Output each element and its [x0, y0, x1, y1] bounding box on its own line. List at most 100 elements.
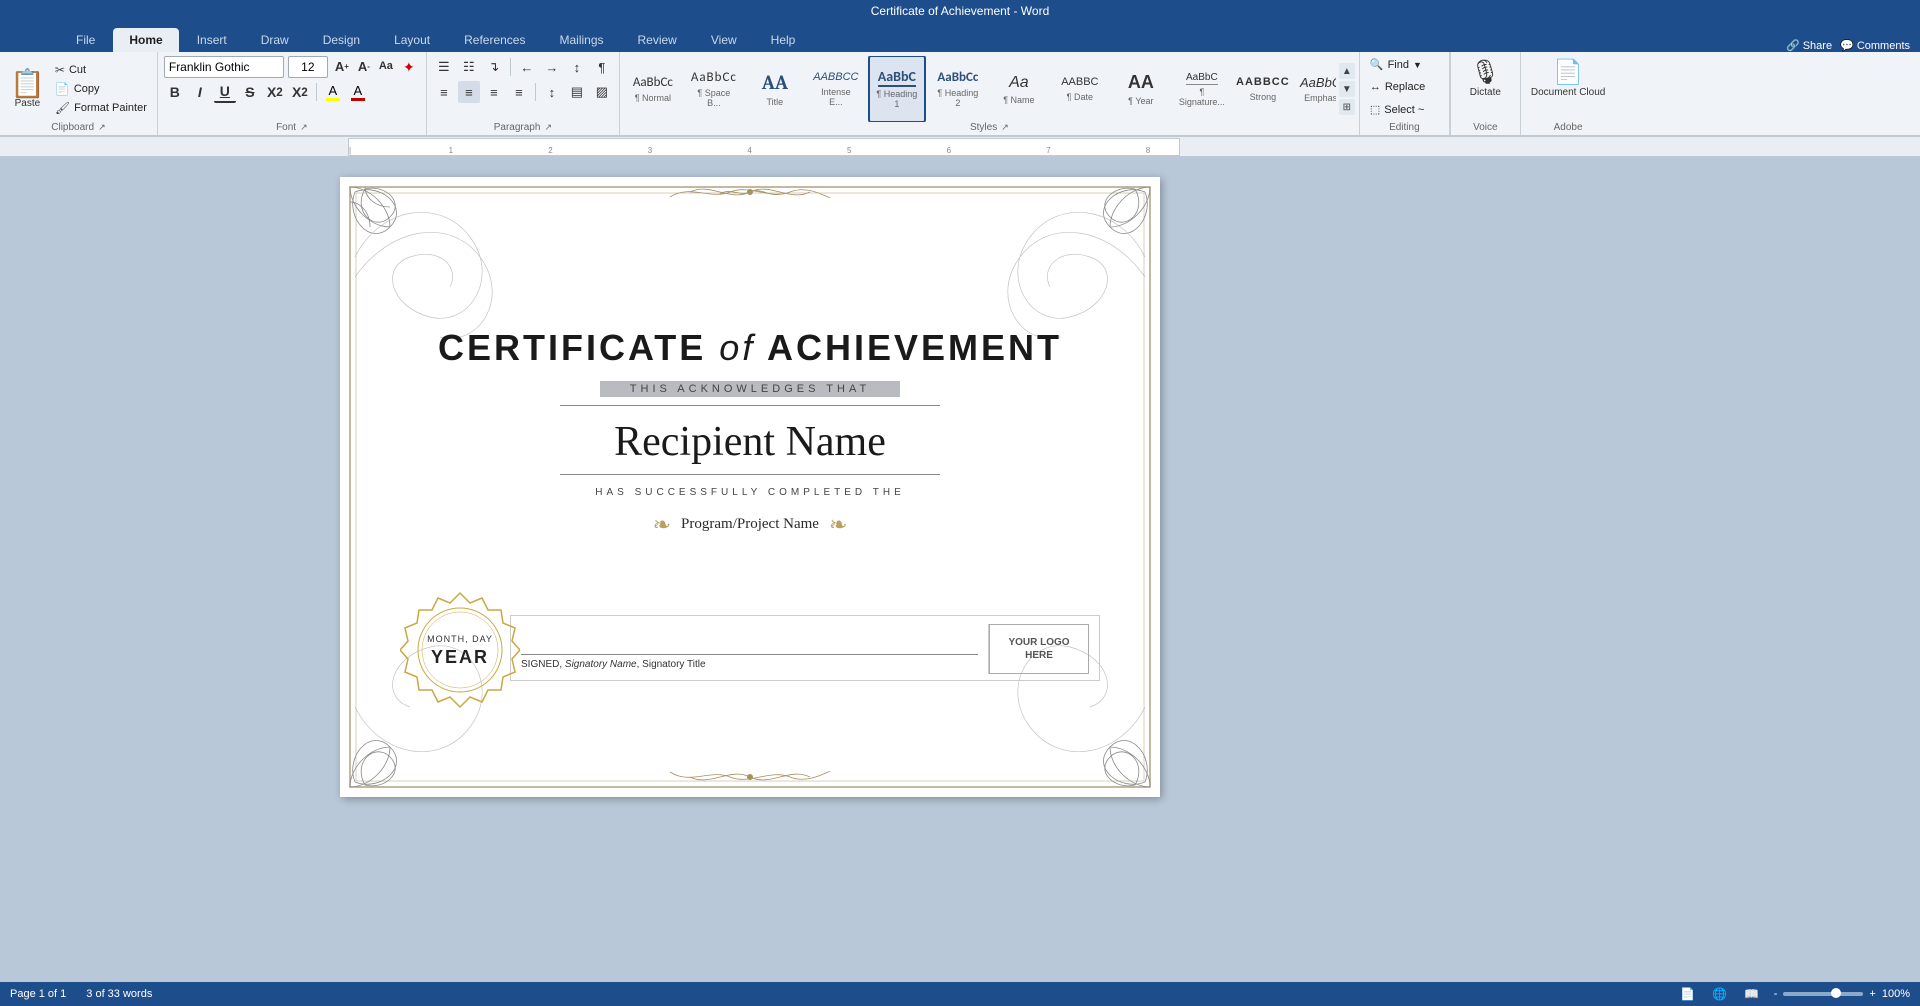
- font-expand-icon[interactable]: ↗: [300, 122, 308, 133]
- document-page[interactable]: CERTIFICATE of ACHIEVEMENT THIS ACKNOWLE…: [340, 177, 1160, 797]
- style-title[interactable]: AA Title: [746, 56, 804, 122]
- paste-button[interactable]: 📋 Paste: [6, 68, 49, 111]
- italic-button[interactable]: I: [189, 81, 211, 103]
- decrease-font-button[interactable]: A-: [354, 56, 374, 76]
- tab-design[interactable]: Design: [307, 28, 376, 52]
- cert-completed-text: HAS SUCCESSFULLY COMPLETED THE: [595, 487, 905, 498]
- logo-box[interactable]: YOUR LOGOHERE: [989, 624, 1089, 674]
- signatory-name[interactable]: Signatory Name: [565, 659, 637, 670]
- style-date[interactable]: AABBC ¶ Date: [1051, 56, 1109, 122]
- tab-view[interactable]: View: [695, 28, 753, 52]
- format-painter-button[interactable]: 🖌 Format Painter: [51, 99, 151, 117]
- style-title-name: Title: [767, 97, 784, 107]
- borders-button[interactable]: ▨: [591, 81, 613, 103]
- bold-button[interactable]: B: [164, 81, 186, 103]
- decrease-indent-button[interactable]: ←: [516, 56, 538, 78]
- style-heading2-name: ¶ Heading 2: [936, 88, 980, 108]
- zoom-slider[interactable]: [1783, 992, 1863, 996]
- font-name-input[interactable]: [164, 56, 284, 78]
- dictate-button[interactable]: 🎙 Dictate: [1468, 56, 1503, 100]
- align-right-button[interactable]: ≡: [483, 81, 505, 103]
- style-heading1[interactable]: AaBbC ¶ Heading 1: [868, 56, 926, 122]
- tab-layout[interactable]: Layout: [378, 28, 446, 52]
- copy-button[interactable]: 📄 Copy: [51, 80, 151, 98]
- ruler-inner[interactable]: | 1 2 3 4 5 6 7 8: [348, 138, 1180, 156]
- clipboard-label: Clipboard: [51, 122, 94, 133]
- show-formatting-button[interactable]: ¶: [591, 56, 613, 78]
- share-button[interactable]: 🔗 Share: [1786, 39, 1832, 52]
- replace-button[interactable]: ↔ Replace: [1366, 79, 1429, 95]
- zoom-thumb[interactable]: [1831, 988, 1841, 998]
- cert-program-name[interactable]: Program/Project Name: [681, 516, 819, 533]
- tab-mailings[interactable]: Mailings: [543, 28, 619, 52]
- font-color-button[interactable]: A: [347, 81, 369, 103]
- styles-scroll-up[interactable]: ▲: [1339, 63, 1355, 79]
- cut-button[interactable]: ✂ Cut: [51, 61, 151, 79]
- cert-sig-area[interactable]: SIGNED, Signatory Name, Signatory Title: [521, 624, 988, 674]
- increase-indent-button[interactable]: →: [541, 56, 563, 78]
- style-emphasis[interactable]: AaBbCc Emphasis: [1295, 56, 1336, 122]
- strikethrough-button[interactable]: S: [239, 81, 261, 103]
- tab-draw[interactable]: Draw: [245, 28, 305, 52]
- tab-insert[interactable]: Insert: [181, 28, 243, 52]
- comments-button[interactable]: 💬 Comments: [1840, 39, 1910, 52]
- superscript-button[interactable]: X2: [289, 81, 311, 103]
- document-cloud-button[interactable]: 📄 Document Cloud: [1529, 56, 1607, 101]
- subscript-button[interactable]: X2: [264, 81, 286, 103]
- style-spaced[interactable]: AaBbCc ¶ Space B...: [685, 56, 743, 122]
- find-button[interactable]: 🔍 Find ▼: [1366, 56, 1426, 73]
- tab-references[interactable]: References: [448, 28, 541, 52]
- cert-recipient-name[interactable]: Recipient Name: [614, 418, 886, 466]
- justify-button[interactable]: ≡: [508, 81, 530, 103]
- clipboard-expand-icon[interactable]: ↗: [98, 122, 106, 133]
- sort-button[interactable]: ↕: [566, 56, 588, 78]
- tab-review[interactable]: Review: [622, 28, 693, 52]
- align-center-button[interactable]: ≡: [458, 81, 480, 103]
- tab-home[interactable]: Home: [113, 28, 178, 52]
- tab-help[interactable]: Help: [755, 28, 812, 52]
- style-name-item[interactable]: Aa ¶ Name: [990, 56, 1048, 122]
- font-size-input[interactable]: [288, 56, 328, 78]
- print-layout-btn[interactable]: 📄: [1678, 986, 1698, 1002]
- multilevel-button[interactable]: ↴: [483, 56, 505, 78]
- style-normal[interactable]: AaBbCc ¶ Normal: [624, 56, 682, 122]
- find-dropdown-icon[interactable]: ▼: [1413, 60, 1422, 70]
- line-spacing-button[interactable]: ↕: [541, 81, 563, 103]
- text-highlight-button[interactable]: A: [322, 81, 344, 103]
- zoom-in-icon[interactable]: +: [1869, 988, 1875, 1000]
- cert-seal: MONTH, DAY YEAR: [400, 588, 520, 708]
- adobe-icon: 📄: [1553, 58, 1583, 87]
- para-expand-icon[interactable]: ↗: [544, 122, 552, 133]
- read-mode-btn[interactable]: 📖: [1742, 986, 1762, 1002]
- ribbon: 📋 Paste ✂ Cut 📄 Copy 🖌 Format Painter: [0, 52, 1920, 137]
- select-button[interactable]: ⬚ Select ~: [1366, 101, 1428, 118]
- svg-text:MONTH, DAY: MONTH, DAY: [427, 634, 493, 644]
- styles-label-row: Styles ↗: [624, 122, 1355, 133]
- increase-font-button[interactable]: A+: [332, 56, 352, 76]
- styles-scroll-down[interactable]: ▼: [1339, 81, 1355, 97]
- zoom-area: - + 100%: [1774, 988, 1910, 1000]
- find-label: Find: [1388, 59, 1409, 71]
- web-layout-btn[interactable]: 🌐: [1710, 986, 1730, 1002]
- styles-expand[interactable]: ⊞: [1339, 99, 1355, 115]
- shading-button[interactable]: ▤: [566, 81, 588, 103]
- numbering-button[interactable]: ☷: [458, 56, 480, 78]
- bullets-button[interactable]: ☰: [433, 56, 455, 78]
- cert-title[interactable]: CERTIFICATE of ACHIEVEMENT: [438, 327, 1062, 369]
- zoom-out-icon[interactable]: -: [1774, 988, 1778, 1000]
- tab-bar: File Home Insert Draw Design Layout Refe…: [0, 22, 1920, 52]
- style-strong[interactable]: AABBCC Strong: [1234, 56, 1292, 122]
- change-case-button[interactable]: Aa: [376, 56, 396, 76]
- style-heading2[interactable]: AaBbCc ¶ Heading 2: [929, 56, 987, 122]
- clear-formatting-button[interactable]: ✦: [398, 56, 420, 78]
- tab-file[interactable]: File: [60, 28, 111, 52]
- underline-button[interactable]: U: [214, 81, 236, 103]
- style-intense[interactable]: AABBCC Intense E...: [807, 56, 865, 122]
- signatory-title[interactable]: Signatory Title: [642, 659, 705, 670]
- style-signature[interactable]: AaBbC ¶ Signature...: [1173, 56, 1231, 122]
- align-left-button[interactable]: ≡: [433, 81, 455, 103]
- status-right: 📄 🌐 📖 - + 100%: [1678, 986, 1910, 1002]
- styles-expand-icon[interactable]: ↗: [1001, 122, 1009, 133]
- style-year-preview: AA: [1128, 72, 1154, 94]
- style-year[interactable]: AA ¶ Year: [1112, 56, 1170, 122]
